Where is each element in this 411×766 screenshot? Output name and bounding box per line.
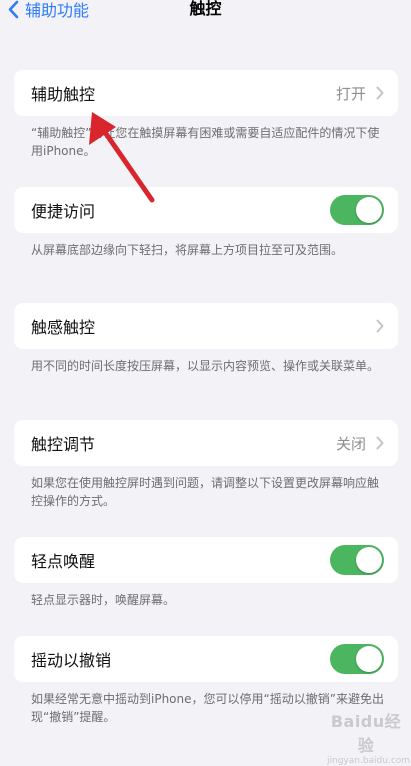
touch-accommodations-value: 关闭 (335, 434, 366, 453)
tap-to-wake-row: 轻点唤醒 (14, 537, 398, 583)
tap-to-wake-toggle[interactable] (330, 545, 384, 575)
assistive-touch-value: 打开 (335, 84, 366, 103)
watermark-site: jingyan.baidu.com (327, 756, 411, 766)
haptic-touch-row[interactable]: 触感触控 (14, 303, 398, 349)
shake-to-undo-toggle[interactable] (330, 644, 384, 674)
shake-to-undo-row: 摇动以撤销 (14, 636, 398, 682)
tap-to-wake-label: 轻点唤醒 (31, 552, 96, 571)
chevron-right-icon (376, 436, 384, 450)
chevron-right-icon (376, 86, 384, 100)
touch-accommodations-footnote: 如果您在使用触控屏时遇到问题，请调整以下设置更改屏幕响应触控操作的方式。 (31, 476, 380, 508)
tap-to-wake-footnote: 轻点显示器时，唤醒屏幕。 (31, 593, 176, 607)
watermark-logo: Baidu经验 (330, 712, 402, 755)
assistive-touch-label: 辅助触控 (31, 85, 96, 104)
touch-accommodations-row[interactable]: 触控调节 关闭 (14, 420, 398, 466)
reachability-row: 便捷访问 (14, 187, 398, 233)
shake-to-undo-label: 摇动以撤销 (31, 651, 112, 670)
assistive-touch-footnote: “辅助触控”可让您在触摸屏幕有困难或需要自适应配件的情况下使用iPhone。 (31, 126, 380, 158)
touch-accommodations-label: 触控调节 (31, 435, 96, 454)
reachability-toggle[interactable] (330, 195, 384, 225)
haptic-touch-label: 触感触控 (31, 318, 96, 337)
assistive-touch-row[interactable]: 辅助触控 打开 (14, 70, 398, 116)
page-title: 触控 (189, 0, 222, 18)
reachability-label: 便捷访问 (31, 202, 96, 221)
chevron-right-icon (376, 319, 384, 333)
watermark: Baidu经验 jingyan.baidu.com (327, 708, 410, 766)
reachability-footnote: 从屏幕底部边缘向下轻扫，将屏幕上方项目拉至可及范围。 (31, 243, 344, 257)
navigation-bar: 辅助功能 触控 (0, 0, 411, 28)
haptic-touch-footnote: 用不同的时间长度按压屏幕，以显示内容预览、操作或关联菜单。 (31, 359, 380, 373)
